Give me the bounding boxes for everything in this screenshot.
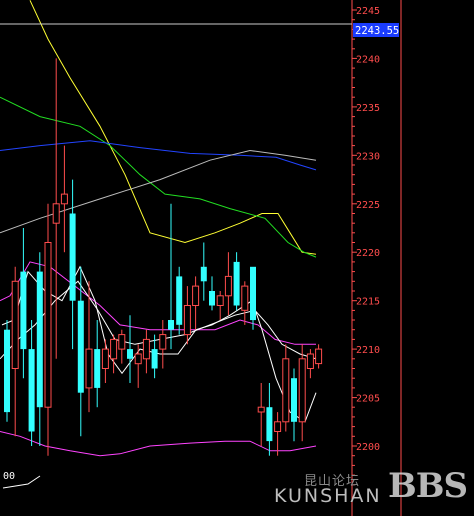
y-tick-label: 2200 bbox=[356, 442, 380, 453]
candle-body bbox=[69, 213, 76, 301]
candle-body bbox=[101, 348, 109, 370]
candle-body bbox=[142, 338, 150, 360]
candle-body bbox=[20, 271, 27, 350]
y-tick-label: 2240 bbox=[356, 54, 380, 65]
candle-body bbox=[298, 358, 306, 423]
candle-body bbox=[315, 348, 323, 365]
candle-body bbox=[224, 275, 232, 297]
bottom-left-label: 00 bbox=[3, 471, 15, 482]
candle-body bbox=[159, 334, 167, 350]
candle-body bbox=[85, 348, 93, 389]
candle-body bbox=[60, 193, 68, 205]
y-tick-label: 2235 bbox=[356, 103, 380, 114]
candle-body bbox=[52, 203, 60, 224]
current-price-label: 2243.55 bbox=[355, 25, 399, 37]
candle-body bbox=[176, 276, 183, 325]
candle-body bbox=[110, 338, 118, 360]
candle-body bbox=[192, 285, 200, 307]
candle-body bbox=[257, 406, 265, 413]
y-tick-label: 2215 bbox=[356, 297, 380, 308]
y-tick-label: 2230 bbox=[356, 151, 380, 162]
candle-body bbox=[282, 358, 290, 423]
y-tick-label: 2210 bbox=[356, 345, 380, 356]
candle-body bbox=[134, 353, 142, 365]
candle-body bbox=[11, 280, 19, 369]
candle-body bbox=[77, 300, 84, 393]
y-tick-label: 2220 bbox=[356, 248, 380, 259]
candle-body bbox=[127, 349, 133, 359]
candle-body bbox=[200, 266, 207, 282]
y-tick-label: 2245 bbox=[356, 6, 380, 17]
candle-body bbox=[266, 407, 273, 442]
candle-body bbox=[44, 242, 52, 408]
candle-body bbox=[233, 261, 240, 306]
watermark-kunshan: KUNSHAN bbox=[274, 485, 382, 507]
candle-body bbox=[28, 349, 35, 432]
candle-body bbox=[168, 320, 174, 330]
candle-body bbox=[306, 353, 314, 369]
candle-body bbox=[209, 291, 215, 306]
watermark-bbs: BBS bbox=[388, 466, 468, 506]
candlestick-chart: 2245 2240 2235 2230 2225 2220 2215 2210 2205 2200… bbox=[0, 0, 474, 516]
candle-body bbox=[291, 378, 297, 422]
candle-body bbox=[4, 329, 10, 413]
candle-body bbox=[151, 349, 158, 369]
candle-body bbox=[36, 271, 43, 408]
candle-body bbox=[250, 266, 256, 321]
candle-body bbox=[94, 349, 101, 388]
candle-body bbox=[274, 421, 282, 432]
y-tick-label: 2225 bbox=[356, 200, 380, 211]
candle-body bbox=[241, 285, 249, 311]
y-tick-label: 2205 bbox=[356, 394, 380, 405]
candle-body bbox=[216, 295, 224, 306]
candle-body bbox=[183, 305, 191, 336]
candle-body bbox=[118, 334, 126, 350]
